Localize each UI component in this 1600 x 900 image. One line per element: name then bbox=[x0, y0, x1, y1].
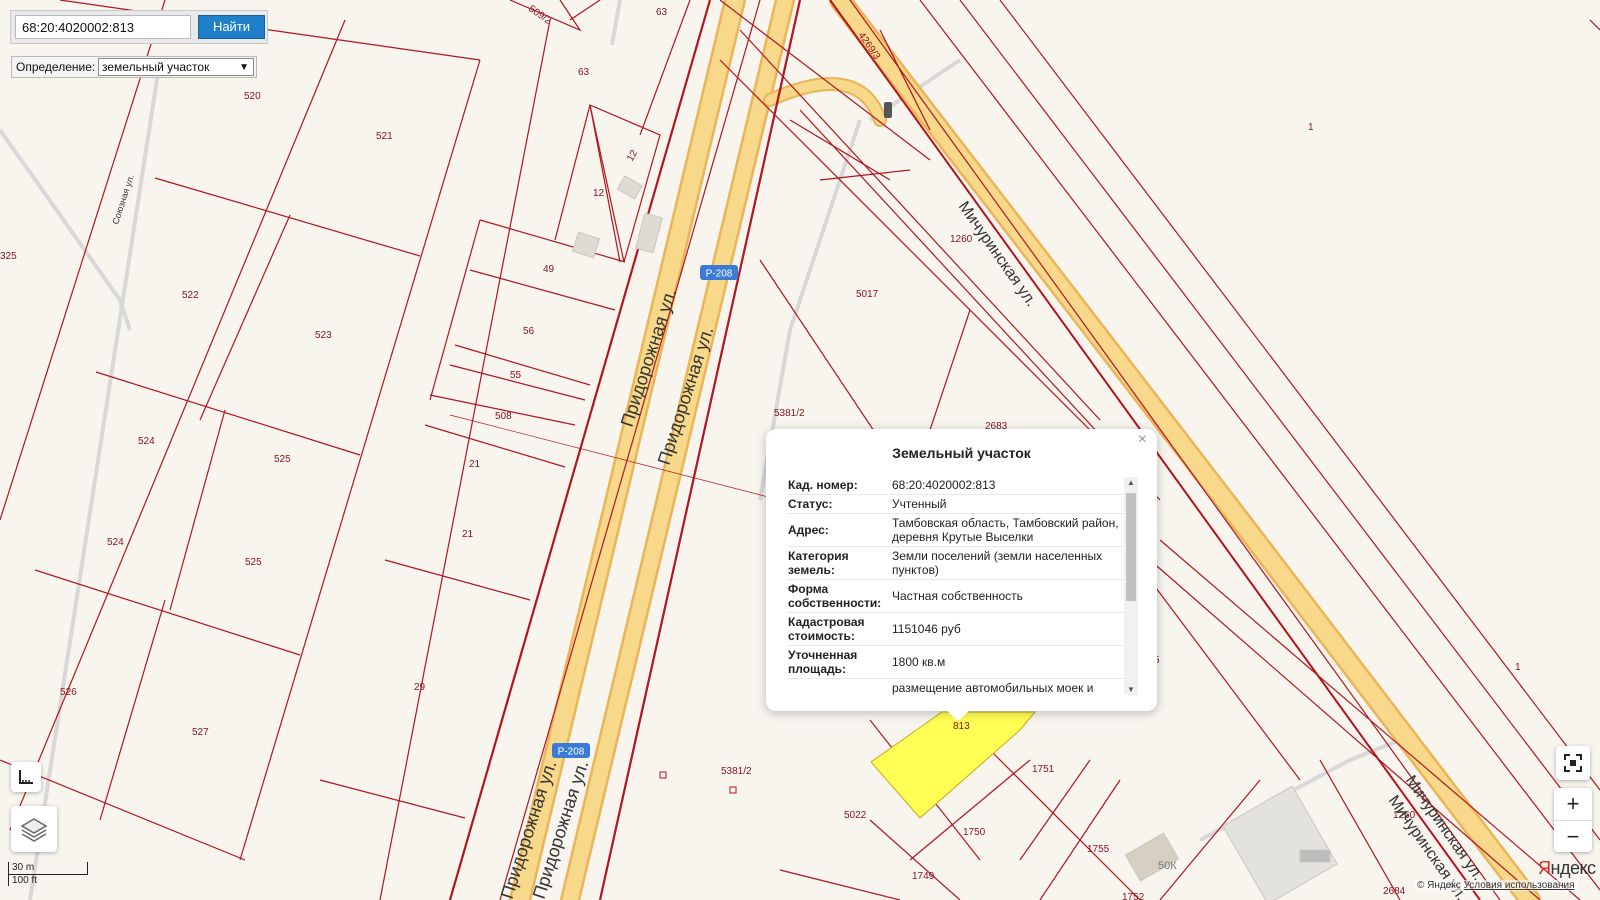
row-value: 68:20:4020002:813 bbox=[892, 478, 996, 492]
route-badge: Р-208 bbox=[700, 265, 738, 280]
copyright-text: © Яндекс bbox=[1417, 880, 1461, 891]
popup-tail bbox=[946, 710, 970, 721]
plot-label: 523 bbox=[315, 330, 332, 341]
plot-label: 2684 bbox=[1383, 886, 1406, 897]
plot-label: 524 bbox=[107, 537, 124, 548]
plot-label: 508 bbox=[495, 411, 512, 422]
ruler-icon bbox=[19, 770, 33, 784]
plot-label: 524 bbox=[138, 436, 155, 447]
plot-label: 63 bbox=[578, 67, 590, 78]
table-row: Адрес: Тамбовская область, Тамбовский рай… bbox=[788, 514, 1124, 547]
scroll-down-icon[interactable]: ▼ bbox=[1124, 685, 1138, 694]
plot-label: 29 bbox=[414, 682, 426, 693]
yandex-logo[interactable]: Яндекс bbox=[1538, 858, 1596, 879]
scale-bar: 30 m 100 ft bbox=[8, 862, 88, 886]
definition-label: Определение: bbox=[16, 60, 96, 74]
terms-link[interactable]: Условия использования bbox=[1464, 880, 1575, 891]
logo-text: ндекс bbox=[1550, 858, 1597, 878]
chevron-down-icon: ▼ bbox=[239, 62, 249, 73]
plot-label: 1751 bbox=[1032, 764, 1055, 775]
scroll-up-icon[interactable]: ▲ bbox=[1124, 478, 1138, 487]
plot-label: 5022 bbox=[844, 810, 867, 821]
definition-panel: Определение: земельный участок ▼ bbox=[11, 56, 257, 78]
plot-label: 5381/2 bbox=[721, 766, 752, 777]
plot-label: 5381/2 bbox=[774, 408, 805, 419]
plot-label: 49 bbox=[543, 264, 555, 275]
traffic-light-icon bbox=[884, 102, 892, 118]
layers-icon bbox=[20, 818, 48, 842]
plot-label: 21 bbox=[469, 459, 481, 470]
row-key: Кадастровая стоимость: bbox=[788, 615, 865, 643]
svg-text:Р-208: Р-208 bbox=[706, 269, 733, 280]
ruler-button[interactable] bbox=[11, 762, 41, 792]
row-key bbox=[788, 679, 890, 696]
plot-label: 1749 bbox=[912, 871, 935, 882]
table-row: размещение автомобильных моек и bbox=[788, 679, 1124, 696]
plot-label: 527 bbox=[192, 727, 209, 738]
scale-metric: 30 m bbox=[8, 862, 88, 875]
plot-label: 525 bbox=[274, 454, 291, 465]
parcel-info-popup: × Земельный участок Кад. номер: 68:20:402… bbox=[766, 429, 1157, 721]
cadastral-search-input[interactable] bbox=[15, 15, 191, 39]
search-panel: Найти bbox=[10, 10, 268, 44]
plot-label: 5017 bbox=[856, 289, 879, 300]
plot-label: 63 bbox=[656, 7, 668, 18]
row-key: Кад. номер: bbox=[788, 478, 858, 492]
route-badge: Р-208 bbox=[552, 743, 590, 758]
logo-y: Я bbox=[1538, 858, 1551, 878]
zoom-control: + − bbox=[1554, 788, 1592, 852]
plot-label: 1260 bbox=[950, 234, 973, 245]
row-value: Частная собственность bbox=[892, 589, 1023, 603]
plot-label: 1750 bbox=[963, 827, 986, 838]
plot-label: 1752 bbox=[1122, 892, 1145, 900]
scale-imperial: 100 ft bbox=[8, 875, 44, 886]
plot-label: 1755 bbox=[1087, 844, 1110, 855]
table-row: Категория земель: Земли поселений (земли … bbox=[788, 547, 1124, 580]
plot-label: 521 bbox=[376, 131, 393, 142]
plot-label: 1 bbox=[1308, 122, 1314, 133]
table-row: Форма собственности: Частная собственност… bbox=[788, 580, 1124, 613]
plot-label: 21 bbox=[462, 529, 474, 540]
plot-label: 56 bbox=[523, 326, 535, 337]
row-key: Статус: bbox=[788, 497, 833, 511]
fullscreen-button[interactable] bbox=[1556, 746, 1590, 780]
row-value: 1800 кв.м bbox=[892, 655, 946, 669]
plot-label: 1 bbox=[1515, 662, 1521, 673]
parcel-attributes-table: Кад. номер: 68:20:4020002:813 Статус: Учте… bbox=[788, 476, 1124, 696]
zoom-in-button[interactable]: + bbox=[1554, 788, 1592, 820]
table-row: Статус: Учтенный bbox=[788, 495, 1124, 514]
definition-select[interactable]: земельный участок ▼ bbox=[98, 58, 254, 76]
row-key: Уточненная площадь: bbox=[788, 648, 858, 676]
fullscreen-icon bbox=[1564, 754, 1582, 772]
definition-select-value: земельный участок bbox=[102, 60, 210, 74]
row-value: размещение автомобильных моек и bbox=[892, 681, 1094, 695]
plot-label: 520 bbox=[244, 91, 261, 102]
popup-scrollbar[interactable]: ▲ ▼ bbox=[1124, 477, 1138, 695]
plot-label: 522 bbox=[182, 290, 199, 301]
scroll-thumb[interactable] bbox=[1126, 493, 1136, 601]
plot-label: 525 bbox=[245, 557, 262, 568]
svg-text:Р-208: Р-208 bbox=[558, 747, 585, 758]
search-button[interactable]: Найти bbox=[198, 15, 265, 39]
table-row: Кадастровая стоимость: 1151046 руб bbox=[788, 613, 1124, 646]
row-value: Земли поселений (земли населенных пункто… bbox=[892, 549, 1103, 577]
row-key: Категория земель: bbox=[788, 549, 849, 577]
copyright: © Яндекс Условия использования bbox=[1415, 880, 1577, 891]
table-row: Уточненная площадь: 1800 кв.м bbox=[788, 646, 1124, 679]
plot-label: 526 bbox=[60, 687, 77, 698]
building-label: 50К bbox=[1158, 860, 1177, 872]
row-value: Тамбовская область, Тамбовский район, де… bbox=[892, 516, 1119, 544]
zoom-out-button[interactable]: − bbox=[1554, 821, 1592, 853]
plot-label: 813 bbox=[953, 721, 970, 732]
plot-label: 12 bbox=[593, 188, 605, 199]
popup-title: Земельный участок bbox=[892, 445, 1031, 461]
row-value: 1151046 руб bbox=[892, 622, 961, 636]
row-value: Учтенный bbox=[892, 497, 947, 511]
row-key: Форма собственности: bbox=[788, 582, 882, 610]
plot-label: 325 bbox=[0, 251, 17, 262]
layers-button[interactable] bbox=[11, 806, 57, 852]
plot-label: 55 bbox=[510, 370, 522, 381]
table-row: Кад. номер: 68:20:4020002:813 bbox=[788, 476, 1124, 495]
row-key: Адрес: bbox=[788, 523, 829, 537]
